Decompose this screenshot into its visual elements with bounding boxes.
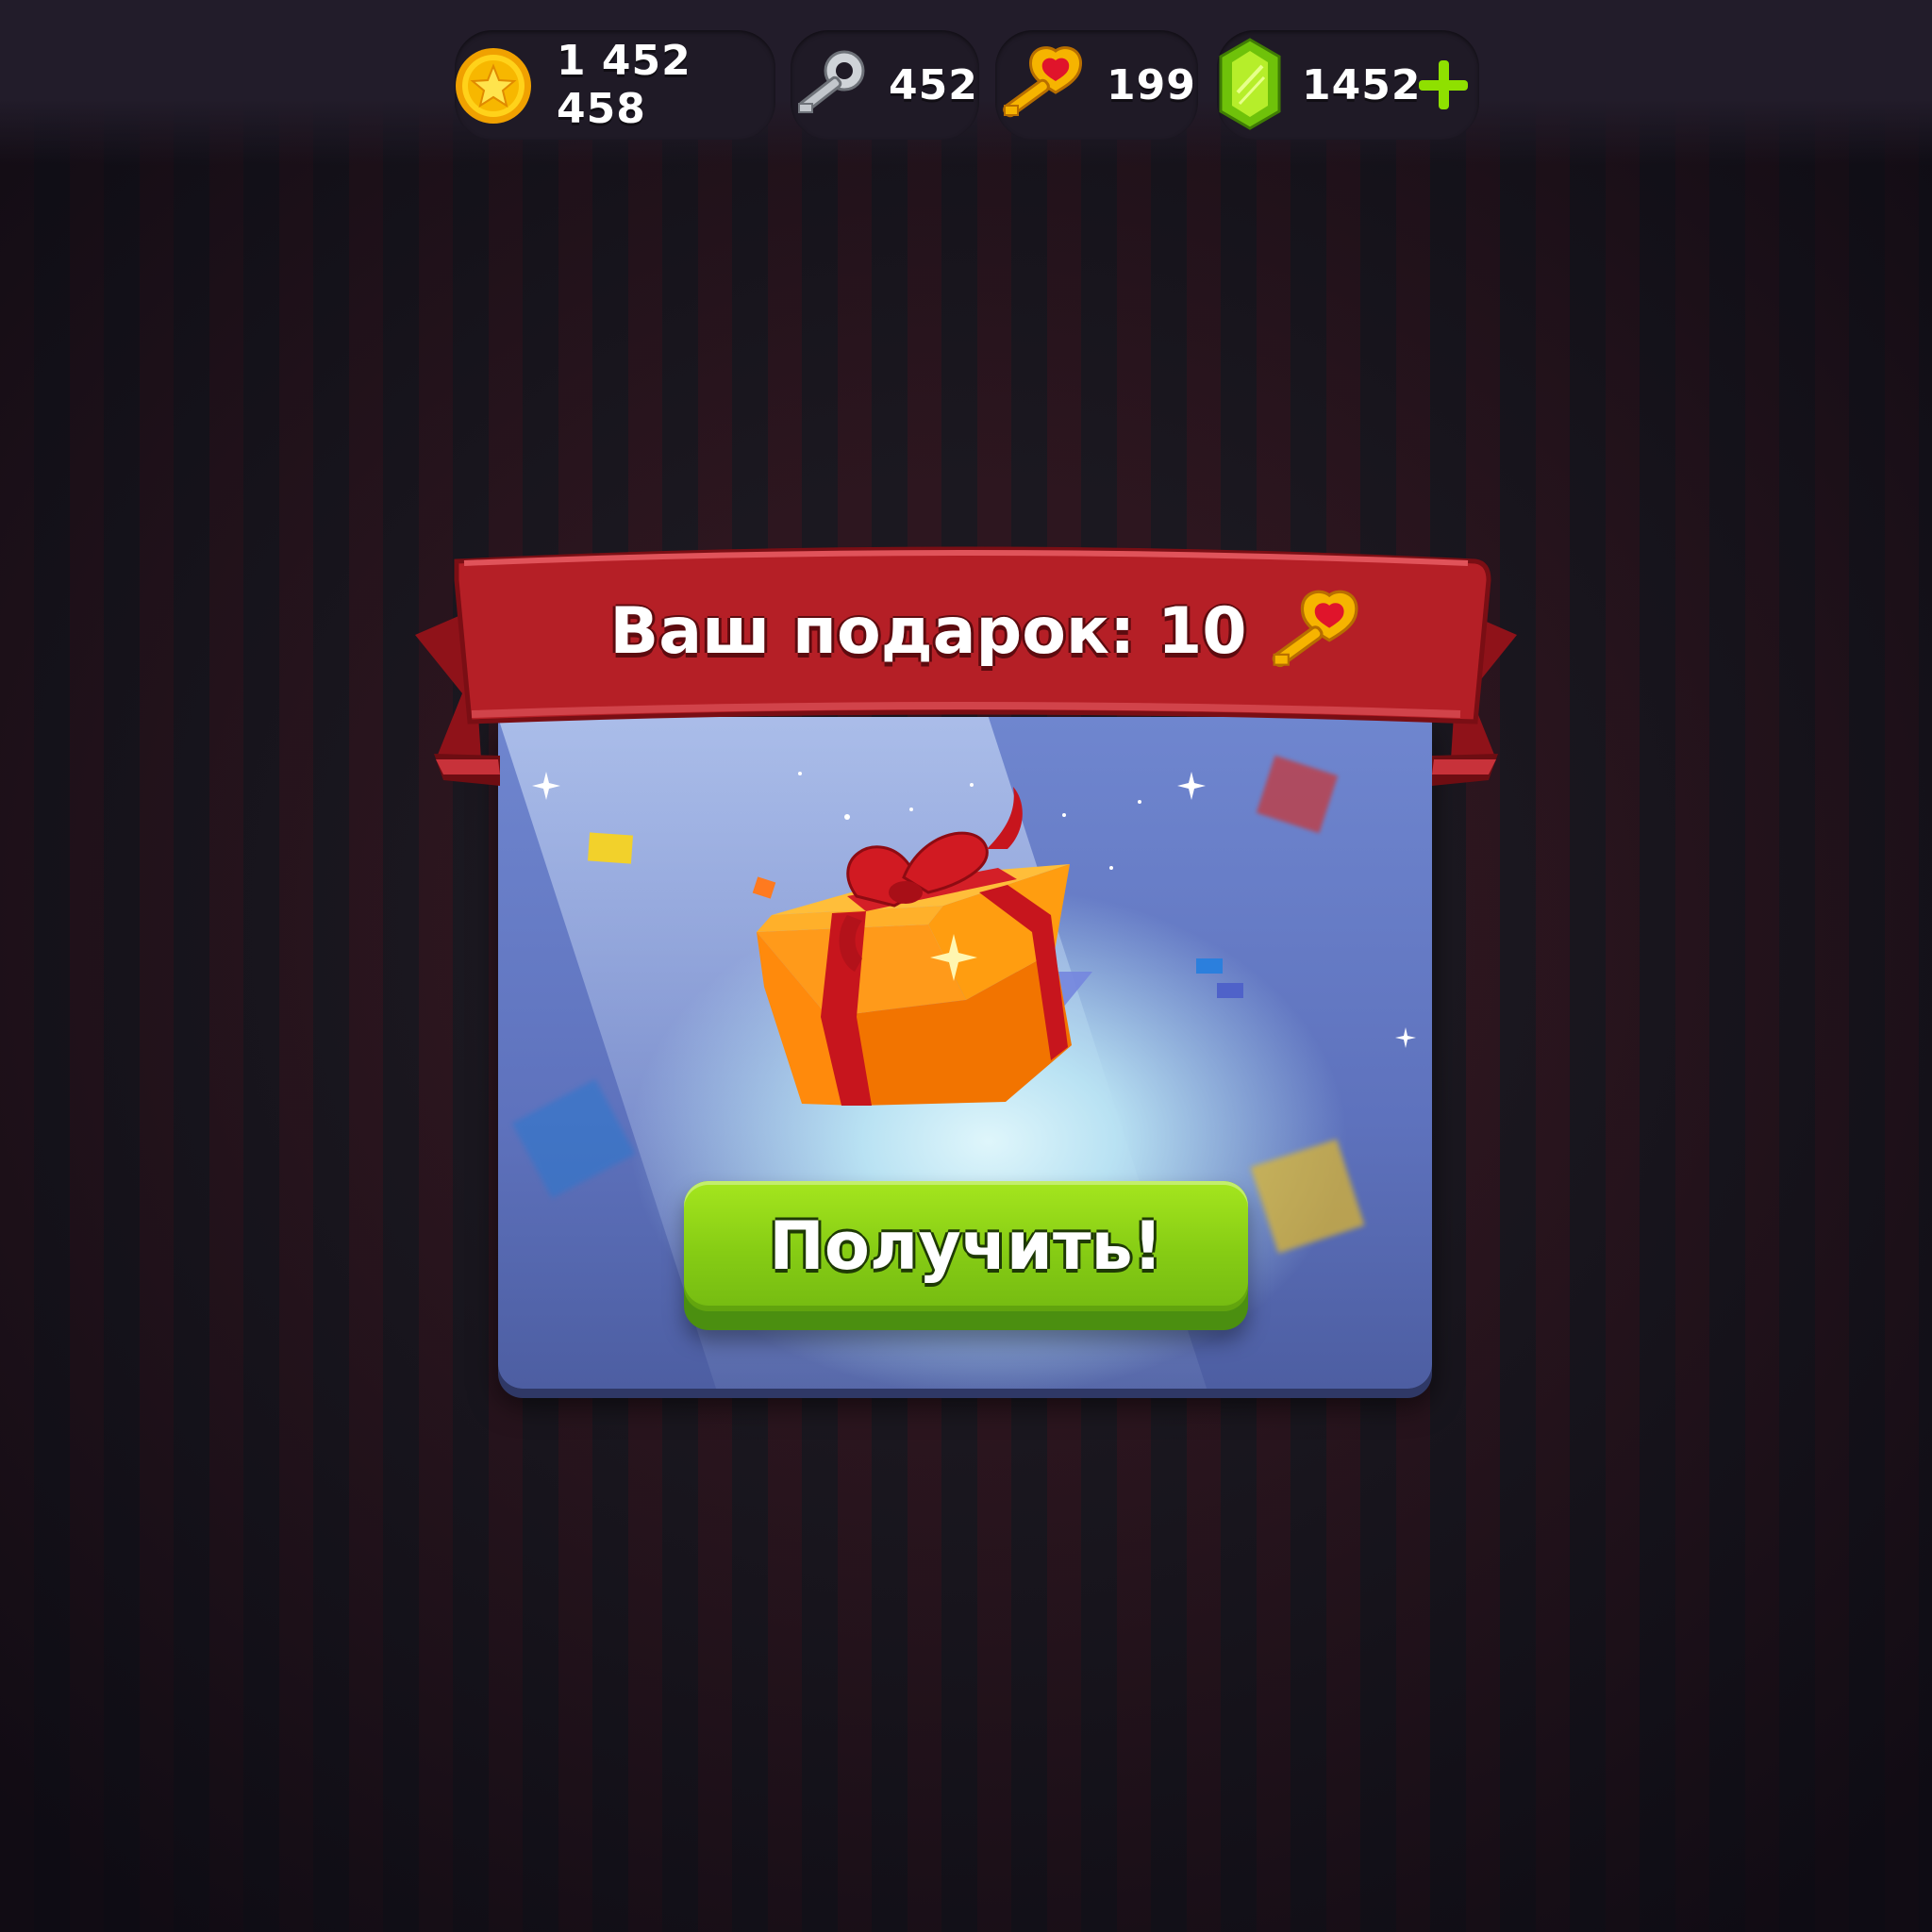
- coins-value: 1 452 458: [557, 37, 691, 133]
- claim-button-face[interactable]: Получить!: [684, 1181, 1248, 1311]
- claim-button-label: Получить!: [769, 1208, 1163, 1285]
- silver-keys-counter[interactable]: 452: [791, 30, 979, 140]
- green-gem-icon: [1219, 38, 1281, 130]
- add-gems-icon[interactable]: [1419, 60, 1468, 109]
- reward-title: Ваш подарок: 10: [0, 594, 1932, 669]
- coin-icon: [456, 48, 531, 124]
- gold-heart-key-icon: [1272, 590, 1358, 668]
- silver-key-icon: [798, 50, 865, 114]
- gold-heart-key-icon: [1003, 46, 1082, 118]
- coins-counter[interactable]: 1 452 458: [455, 30, 775, 140]
- silver-keys-value: 452: [889, 60, 978, 109]
- gold-keys-counter[interactable]: 199: [995, 30, 1198, 140]
- gold-keys-value: 199: [1107, 60, 1196, 109]
- claim-button[interactable]: Получить!: [684, 1181, 1248, 1330]
- gift-box: [757, 787, 1092, 1106]
- gems-counter[interactable]: 1452: [1217, 30, 1479, 140]
- reward-title-text: Ваш подарок: 10: [609, 594, 1247, 669]
- gems-value: 1452: [1302, 60, 1422, 109]
